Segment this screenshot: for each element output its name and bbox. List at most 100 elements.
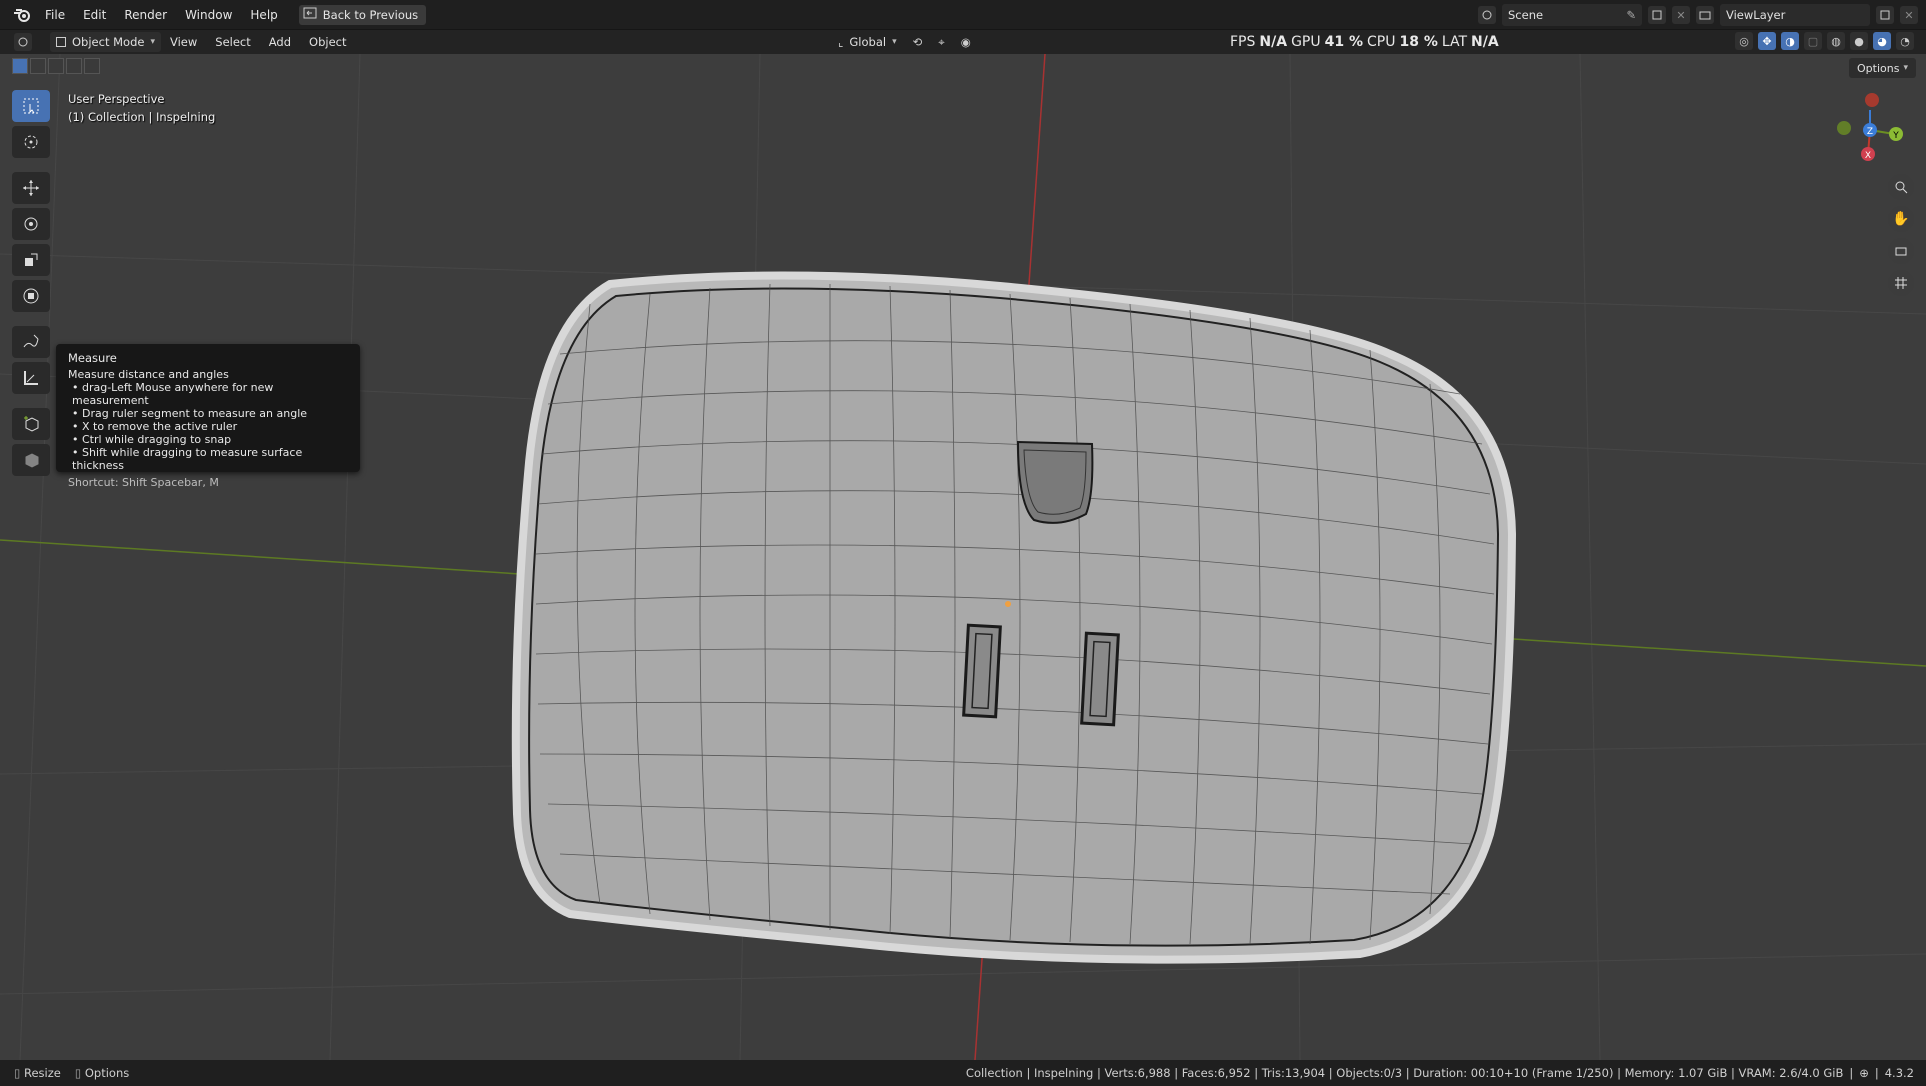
cursor-tool[interactable] (12, 126, 50, 158)
header-menu-add[interactable]: Add (260, 35, 300, 49)
header-menu-select[interactable]: Select (206, 35, 259, 49)
tooltip-line: • Ctrl while dragging to snap (72, 433, 232, 446)
xray-toggle-icon[interactable]: ▢ (1804, 32, 1822, 50)
visibility-icon[interactable]: ◎ (1735, 32, 1753, 50)
view-layer-name: ViewLayer (1726, 8, 1786, 22)
viewport-header: Object Mode ▾ View Select Add Object ⌞ G… (0, 30, 1926, 54)
navigation-controls: ✋ (1888, 174, 1914, 296)
viewport-info: User Perspective (1) Collection | Inspel… (68, 90, 215, 126)
add-object-tool[interactable] (12, 444, 50, 476)
camera-view-icon[interactable] (1888, 238, 1914, 264)
add-cube-tool[interactable] (12, 408, 50, 440)
annotate-tool[interactable] (12, 326, 50, 358)
scene-type-icon[interactable] (1478, 6, 1496, 24)
back-to-previous-button[interactable]: Back to Previous (298, 4, 427, 25)
measure-tooltip: Measure Measure distance and angles • dr… (56, 344, 360, 489)
gizmo-toggle-icon[interactable]: ✥ (1758, 32, 1776, 50)
pin-icon[interactable]: ✎ (1626, 8, 1636, 22)
cpu-label: CPU (1367, 34, 1396, 50)
solid-shading-icon[interactable]: ● (1850, 32, 1868, 50)
move-tool[interactable] (12, 172, 50, 204)
origin-point (1005, 601, 1011, 607)
object-mode-icon (56, 37, 66, 47)
gpu-value: 41 % (1324, 34, 1363, 50)
remove-scene-icon[interactable]: ✕ (1672, 6, 1690, 24)
separator: | (1874, 1066, 1879, 1080)
tooltip-line: • drag-Left Mouse anywhere for new measu… (72, 381, 274, 407)
tooltip-line: • X to remove the active ruler (72, 420, 238, 433)
select-extend-icon[interactable] (30, 58, 46, 74)
3d-viewport[interactable]: User Perspective (1) Collection | Inspel… (0, 54, 1926, 1060)
tooltip-title: Measure (68, 351, 117, 365)
zoom-icon[interactable] (1888, 174, 1914, 200)
select-box-tool[interactable] (12, 90, 50, 122)
menu-render[interactable]: Render (115, 4, 176, 26)
scene-statistics: Collection | Inspelning | Verts:6,988 | … (965, 1066, 1844, 1080)
options-hint: ▯ Options (75, 1066, 129, 1080)
mesh-object[interactable] (511, 271, 1517, 964)
orientation-label: Global (849, 35, 887, 49)
resize-label: Resize (24, 1066, 61, 1080)
gizmo-y-label: Y (1892, 131, 1899, 141)
view-layer-selector[interactable]: ViewLayer (1720, 4, 1870, 26)
separator: | (1849, 1066, 1854, 1080)
cpu-value: 18 % (1399, 34, 1438, 50)
menu-window[interactable]: Window (176, 4, 241, 26)
tooltip-line: • Shift while dragging to measure surfac… (72, 446, 303, 472)
pivot-icon[interactable]: ⟲ (913, 35, 923, 49)
snap-icon[interactable]: ⌖ (938, 35, 944, 50)
back-icon (303, 7, 317, 22)
gizmo-x-label: X (1865, 151, 1871, 161)
header-menu-view[interactable]: View (161, 35, 206, 49)
back-label: Back to Previous (322, 7, 419, 22)
material-shading-icon[interactable]: ◕ (1873, 32, 1891, 50)
gizmo-z-label: Z (1867, 127, 1873, 137)
select-new-icon[interactable] (12, 58, 28, 74)
scene-name: Scene (1508, 8, 1544, 22)
viewport-grid (0, 54, 1926, 1060)
perspective-label: User Perspective (68, 92, 165, 106)
menu-help[interactable]: Help (241, 4, 286, 26)
lat-value: N/A (1471, 34, 1499, 50)
scale-tool[interactable] (12, 244, 50, 276)
viewport-display-controls: ◎ ✥ ◑ ▢ ◍ ● ◕ ◔ (1735, 32, 1914, 50)
menu-file[interactable]: File (36, 4, 74, 26)
overlay-toggle-icon[interactable]: ◑ (1781, 32, 1799, 50)
editor-type-icon[interactable] (14, 33, 32, 51)
object-mode-label: Object Mode (72, 35, 145, 49)
scene-selector[interactable]: Scene ✎ (1502, 4, 1642, 26)
status-bar: ▯ Resize ▯ Options Collection | Inspelni… (0, 1060, 1926, 1086)
chevron-down-icon: ▾ (1903, 63, 1908, 73)
menu-edit[interactable]: Edit (74, 4, 115, 26)
collection-label: (1) Collection | Inspelning (68, 110, 216, 124)
rotate-tool[interactable] (12, 208, 50, 240)
tooltip-line: • Drag ruler segment to measure an angle (72, 407, 308, 420)
tooltip-description: Measure distance and angles (68, 368, 229, 381)
proportional-edit-icon[interactable]: ◉ (961, 35, 971, 49)
options-dropdown[interactable]: Options ▾ (1849, 58, 1916, 78)
navigation-gizmo[interactable]: Z Y X (1824, 78, 1908, 162)
gpu-label: GPU (1291, 34, 1321, 50)
header-menu-object[interactable]: Object (300, 35, 355, 49)
chevron-down-icon: ▾ (892, 37, 897, 47)
measure-tool[interactable] (12, 362, 50, 394)
blender-logo-icon[interactable] (8, 5, 36, 25)
transform-orientation-dropdown[interactable]: ⌞ Global ▾ ⟲ ⌖ ◉ (838, 32, 971, 52)
performance-stats: FPS N/A GPU 41 % CPU 18 % LAT N/A (1230, 31, 1499, 53)
new-scene-icon[interactable] (1648, 6, 1666, 24)
mouse-icon: ▯ (14, 1066, 21, 1080)
ortho-grid-icon[interactable] (1888, 270, 1914, 296)
rendered-shading-icon[interactable]: ◔ (1896, 32, 1914, 50)
new-layer-icon[interactable] (1876, 6, 1894, 24)
select-invert-icon[interactable] (66, 58, 82, 74)
object-mode-dropdown[interactable]: Object Mode ▾ (50, 32, 161, 52)
view-layer-icon[interactable] (1696, 6, 1714, 24)
remove-layer-icon[interactable]: ✕ (1900, 6, 1918, 24)
options-label: Options (1857, 61, 1900, 75)
select-intersect-icon[interactable] (84, 58, 100, 74)
chevron-down-icon: ▾ (150, 37, 155, 47)
pan-hand-icon[interactable]: ✋ (1888, 206, 1914, 232)
transform-tool[interactable] (12, 280, 50, 312)
wireframe-shading-icon[interactable]: ◍ (1827, 32, 1845, 50)
select-subtract-icon[interactable] (48, 58, 64, 74)
